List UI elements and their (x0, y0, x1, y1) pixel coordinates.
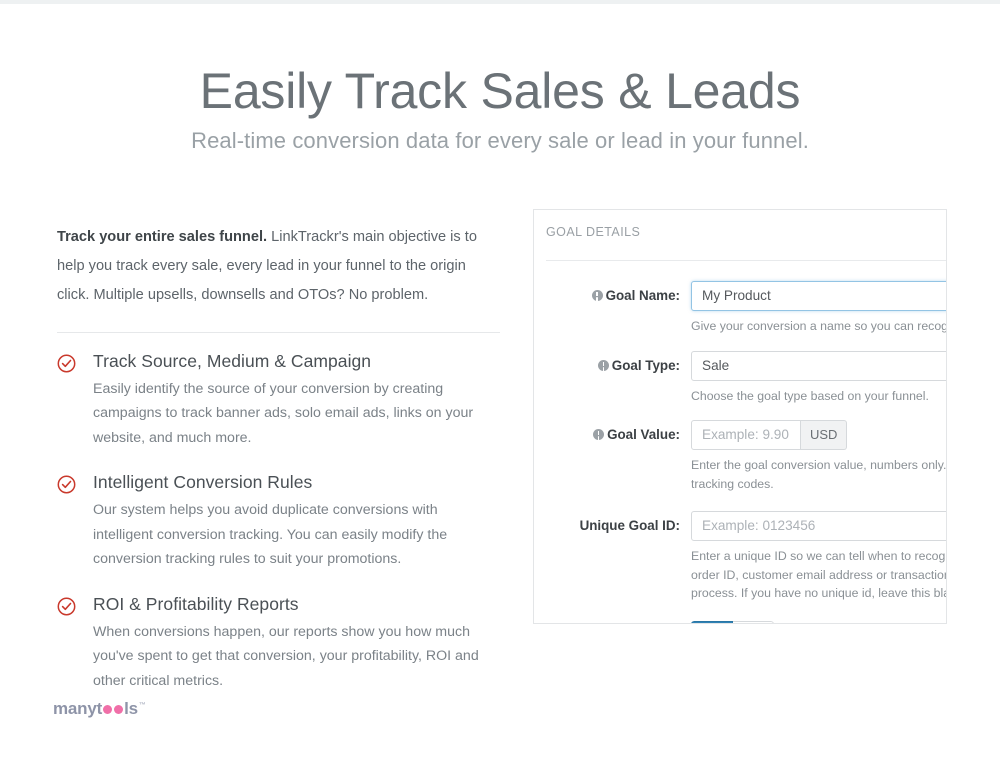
goal-value-help: Enter the goal conversion value, numbers… (691, 458, 947, 491)
goal-value-input-group: Example: 9.90 USD (691, 420, 946, 450)
field-row-unique-goal-id: Unique Goal ID: Example: 0123456 Enter a… (534, 511, 946, 603)
ssl-tracking-toggle[interactable]: Off On (691, 620, 774, 623)
goal-details-form: Goal Name: My Product Give your conversi… (534, 261, 946, 624)
goal-name-control: My Product Give your conversion a name s… (691, 281, 946, 336)
feature-body: Easily identify the source of your conve… (93, 380, 474, 446)
goal-value-currency-addon: USD (801, 420, 848, 450)
goal-value-label-text: Goal Value: (607, 427, 680, 442)
logo-text-t: t (96, 699, 103, 718)
feature-title: Intelligent Conversion Rules (93, 472, 313, 493)
logo-dot-pink-2 (114, 704, 124, 714)
unique-goal-id-help: Enter a unique ID so we can tell when to… (691, 549, 947, 600)
feature-item-3: ROI & Profitability Reports When convers… (57, 594, 500, 694)
feature-body: When conversions happen, our reports sho… (93, 623, 479, 689)
goal-type-help: Choose the goal type based on your funne… (691, 388, 929, 403)
manytools-logo[interactable]: many t ls ™ (53, 699, 146, 719)
feature-title: ROI & Profitability Reports (93, 593, 299, 614)
unique-goal-id-input[interactable]: Example: 0123456 (691, 511, 946, 541)
goal-type-label: Goal Type: (534, 351, 691, 373)
info-icon[interactable] (597, 359, 609, 371)
intro-paragraph: Track your entire sales funnel. LinkTrac… (57, 223, 500, 310)
section-divider (57, 331, 500, 333)
hero-section: Easily Track Sales & Leads Real-time con… (0, 62, 1000, 154)
field-row-goal-type: Goal Type: Sale Choose the goal type bas… (534, 350, 946, 406)
goal-name-label: Goal Name: (534, 281, 691, 303)
intro-lead: Track your entire sales funnel. (57, 228, 268, 245)
goal-value-label: Goal Value: (534, 420, 691, 442)
info-icon[interactable] (593, 429, 605, 440)
goal-details-panel: GOAL DETAILS Goal Name: My Product Give … (533, 209, 947, 624)
check-circle-icon (57, 597, 76, 616)
info-icon[interactable] (591, 290, 603, 301)
goal-value-input[interactable]: Example: 9.90 (691, 420, 801, 450)
ssl-tracking-control: Off On (691, 620, 946, 623)
feature-body: Our system helps you avoid duplicate con… (93, 502, 448, 568)
feature-item-2: Intelligent Conversion Rules Our system … (57, 472, 500, 572)
page-root: Easily Track Sales & Leads Real-time con… (0, 0, 1000, 757)
logo-trademark: ™ (138, 702, 146, 709)
unique-goal-id-label: Unique Goal ID: (579, 518, 680, 533)
goal-name-input[interactable]: My Product (691, 281, 946, 311)
goal-name-label-text: Goal Name: (605, 288, 680, 303)
panel-header: GOAL DETAILS (546, 225, 641, 239)
page-subtitle: Real-time conversion data for every sale… (191, 128, 809, 153)
field-row-goal-value: Goal Value: Example: 9.90 USD Enter the g… (534, 420, 946, 493)
logo-dot-pink-1 (103, 704, 113, 714)
logo-text-ls: ls (124, 699, 138, 718)
unique-goal-id-control: Example: 0123456 Enter a unique ID so we… (691, 511, 946, 603)
field-row-ssl-tracking: Use SSL Tracking: Off On (534, 620, 946, 624)
ssl-toggle-off-button[interactable]: Off (691, 620, 733, 623)
goal-type-control: Sale Choose the goal type based on your … (691, 350, 946, 406)
goal-type-select[interactable]: Sale (691, 350, 946, 381)
page-title: Easily Track Sales & Leads (199, 63, 801, 119)
check-circle-icon (57, 354, 76, 373)
top-edge-strip (0, 0, 1000, 4)
goal-type-label-text: Goal Type: (611, 357, 680, 373)
feature-title: Track Source, Medium & Campaign (93, 350, 372, 371)
goal-value-control: Example: 9.90 USD Enter the goal conversi… (691, 420, 946, 493)
left-content-column: Track your entire sales funnel. LinkTrac… (57, 208, 500, 693)
check-circle-icon (57, 475, 76, 494)
ssl-tracking-label: Use SSL Tracking: (534, 621, 691, 624)
feature-item-1: Track Source, Medium & Campaign Easily i… (57, 351, 500, 451)
field-row-goal-name: Goal Name: My Product Give your conversi… (534, 281, 946, 336)
goal-name-help: Give your conversion a name so you can r… (691, 319, 946, 333)
ssl-toggle-on-button[interactable]: On (732, 620, 774, 623)
logo-text-many: many (53, 699, 97, 718)
